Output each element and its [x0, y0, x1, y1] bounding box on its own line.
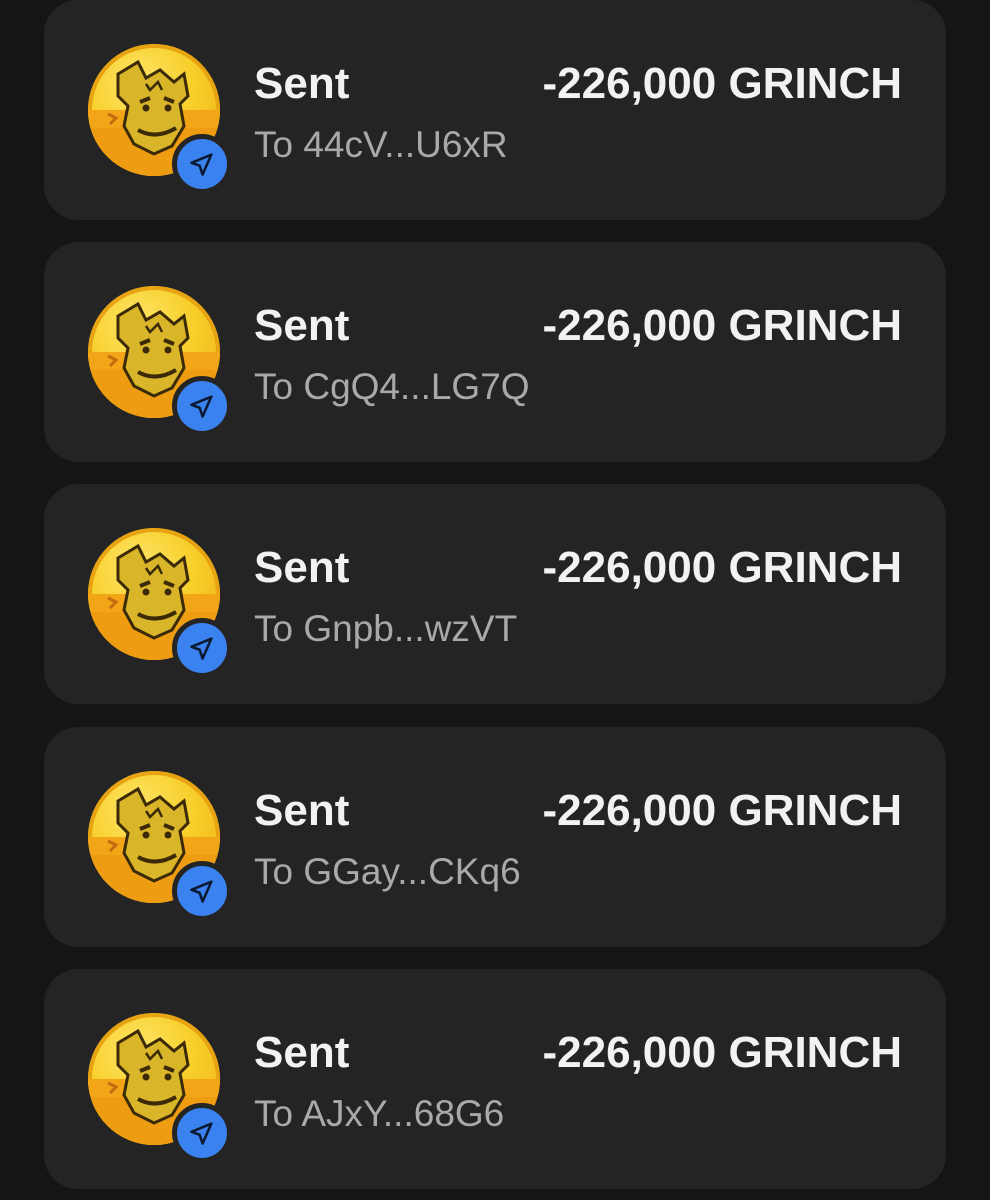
token-avatar — [88, 44, 232, 194]
transaction-type: Sent — [254, 543, 350, 592]
transaction-card[interactable]: Sent -226,000 GRINCH To CgQ4...LG7Q — [44, 242, 946, 462]
transaction-recipient: To Gnpb...wzVT — [254, 608, 518, 649]
transaction-list: Sent -226,000 GRINCH To 44cV...U6xR Sent… — [0, 0, 990, 1200]
transaction-recipient: To 44cV...U6xR — [254, 124, 508, 165]
transaction-card[interactable]: Sent -226,000 GRINCH To 44cV...U6xR — [44, 0, 946, 220]
token-avatar — [88, 528, 232, 678]
transaction-amount: -226,000 GRINCH — [542, 59, 902, 108]
transaction-amount: -226,000 GRINCH — [542, 786, 902, 835]
token-avatar — [88, 1013, 232, 1163]
transaction-amount: -226,000 GRINCH — [542, 1028, 902, 1077]
send-arrow-icon — [172, 376, 232, 436]
transaction-type: Sent — [254, 301, 350, 350]
transaction-recipient: To AJxY...68G6 — [254, 1093, 505, 1134]
transaction-type: Sent — [254, 1028, 350, 1077]
token-avatar — [88, 286, 232, 436]
send-arrow-icon — [172, 861, 232, 921]
transaction-recipient: To GGay...CKq6 — [254, 851, 521, 892]
transaction-card[interactable]: Sent -226,000 GRINCH To GGay...CKq6 — [44, 727, 946, 947]
send-arrow-icon — [172, 1103, 232, 1163]
transaction-type: Sent — [254, 786, 350, 835]
transaction-recipient: To CgQ4...LG7Q — [254, 366, 530, 407]
token-avatar — [88, 771, 232, 921]
transaction-card[interactable]: Sent -226,000 GRINCH To Gnpb...wzVT — [44, 484, 946, 704]
transaction-amount: -226,000 GRINCH — [542, 543, 902, 592]
send-arrow-icon — [172, 134, 232, 194]
transaction-card[interactable]: Sent -226,000 GRINCH To AJxY...68G6 — [44, 969, 946, 1189]
transaction-type: Sent — [254, 59, 350, 108]
send-arrow-icon — [172, 618, 232, 678]
transaction-amount: -226,000 GRINCH — [542, 301, 902, 350]
